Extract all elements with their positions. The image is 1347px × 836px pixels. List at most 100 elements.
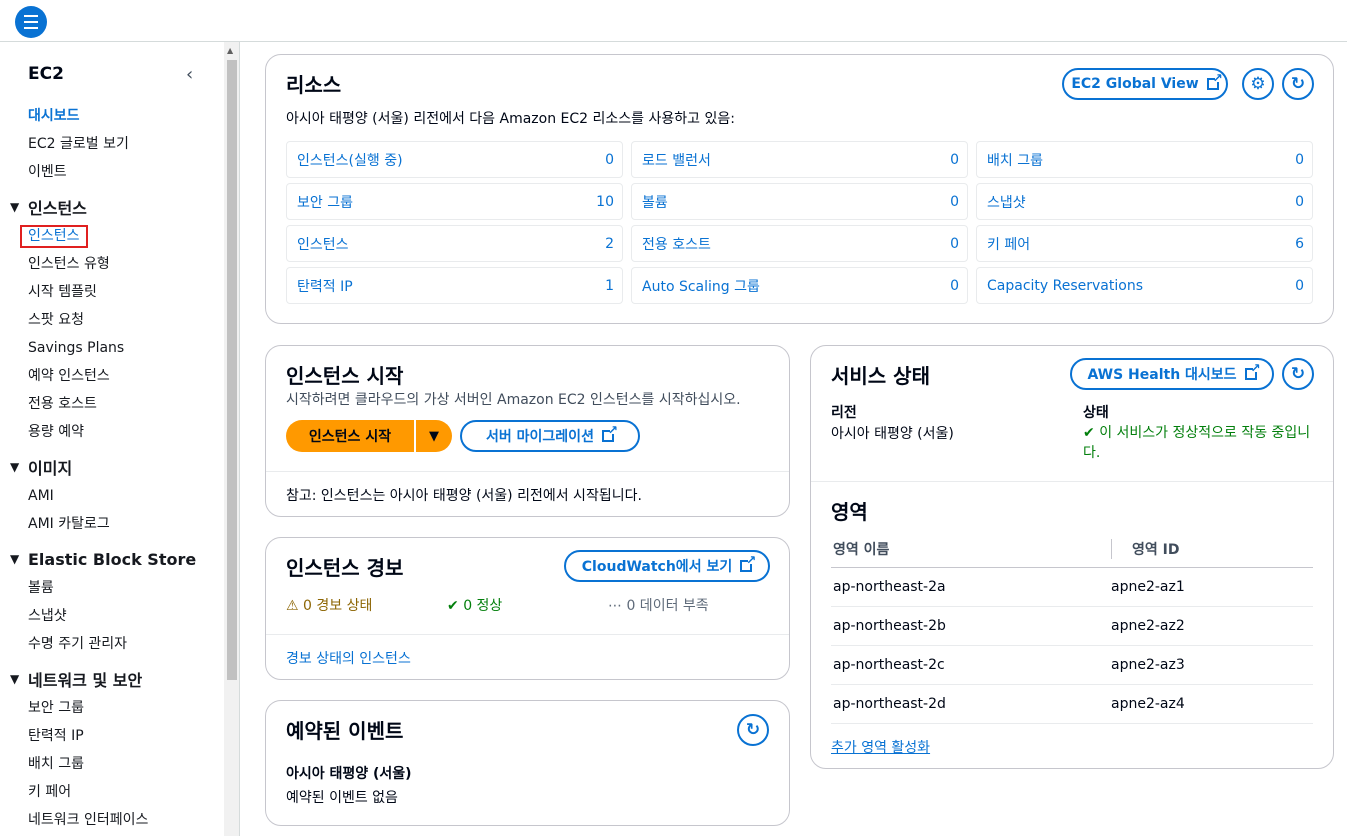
region-value: 아시아 태평양 (서울) [831, 426, 954, 442]
resource-cell[interactable]: 로드 밸런서 0 [631, 141, 968, 178]
region-label: 리전 [831, 405, 857, 421]
sidebar-item-savings-plans[interactable]: Savings Plans [0, 334, 224, 362]
insufficient-data-state: ⋯ 0 데이터 부족 [608, 598, 709, 614]
external-link-icon [601, 423, 618, 442]
col-zone-name: 영역 이름 [833, 541, 890, 558]
events-none: 예약된 이벤트 없음 [286, 790, 398, 806]
sidebar-item-volumes[interactable]: 볼륨 [0, 574, 224, 602]
launch-dropdown-icon[interactable]: ▼ [416, 420, 452, 452]
sidebar-item-reserved-instances[interactable]: 예약 인스턴스 [0, 362, 224, 390]
external-link-icon [740, 553, 756, 572]
divider [266, 634, 789, 635]
menu-icon[interactable] [15, 6, 47, 38]
launch-instance-card: 인스턴스 시작 시작하려면 클라우드의 가상 서버인 Amazon EC2 인스… [265, 345, 790, 517]
refresh-icon[interactable]: ↻ [737, 714, 769, 746]
aws-health-dashboard-button[interactable]: AWS Health 대시보드 [1070, 358, 1274, 390]
ec2-global-view-button[interactable]: EC2 Global View [1062, 68, 1228, 100]
launch-title: 인스턴스 시작 [286, 364, 404, 388]
sidebar-item-instance-types[interactable]: 인스턴스 유형 [0, 250, 224, 278]
zones-table: 영역 이름 영역 ID ap-northeast-2a apne2-az1 ap-… [831, 530, 1313, 724]
sidebar-item-events[interactable]: 이벤트 [0, 158, 224, 186]
ok-state: ✔ 0 정상 [447, 598, 503, 614]
table-row: ap-northeast-2d apne2-az4 [831, 685, 1313, 724]
ellipsis-circle-icon: ⋯ [608, 598, 622, 614]
sidebar-item-elastic-ips[interactable]: 탄력적 IP [0, 722, 224, 750]
sidebar: EC2 ‹ 대시보드 EC2 글로벌 보기 이벤트 ▼ 인스턴스 인스턴스 인스턴… [0, 42, 224, 836]
sidebar-item-snapshots[interactable]: 스냅샷 [0, 602, 224, 630]
status-label: 상태 [1083, 405, 1109, 421]
sidebar-section-network[interactable]: ▼ 네트워크 및 보안 [0, 664, 224, 694]
resources-title: 리소스 [286, 73, 342, 97]
sidebar-item-ami-catalog[interactable]: AMI 카탈로그 [0, 510, 224, 538]
resource-cell[interactable]: 보안 그룹 10 [286, 183, 623, 220]
table-row: ap-northeast-2a apne2-az1 [831, 568, 1313, 607]
resource-cell[interactable]: 배치 그룹 0 [976, 141, 1313, 178]
resource-cell[interactable]: 키 페어 6 [976, 225, 1313, 262]
sidebar-item-ami[interactable]: AMI [0, 482, 224, 510]
caret-down-icon: ▼ [10, 552, 20, 566]
cloudwatch-button[interactable]: CloudWatch에서 보기 [564, 550, 770, 582]
events-region: 아시아 태평양 (서울) [286, 766, 412, 782]
sidebar-section-instances[interactable]: ▼ 인스턴스 [0, 192, 224, 222]
launch-instance-button[interactable]: 인스턴스 시작 [286, 420, 414, 452]
launch-description: 시작하려면 클라우드의 가상 서버인 Amazon EC2 인스턴스를 시작하십… [286, 392, 741, 408]
sidebar-section-ebs[interactable]: ▼ Elastic Block Store [0, 544, 224, 574]
resource-cell[interactable]: Auto Scaling 그룹 0 [631, 267, 968, 304]
resources-description: 아시아 태평양 (서울) 리전에서 다음 Amazon EC2 리소스를 사용하… [286, 111, 735, 127]
sidebar-list: 대시보드 EC2 글로벌 보기 이벤트 ▼ 인스턴스 인스턴스 인스턴스 유형 시… [0, 102, 224, 834]
service-title: 서비스 상태 [831, 364, 930, 388]
external-link-icon [1206, 71, 1223, 90]
resource-cell[interactable]: 스냅샷 0 [976, 183, 1313, 220]
enable-zones-link[interactable]: 추가 영역 활성화 [831, 737, 930, 757]
resource-cell[interactable]: 인스턴스(실행 중) 0 [286, 141, 623, 178]
caret-down-icon: ▼ [10, 672, 20, 686]
sidebar-section-images[interactable]: ▼ 이미지 [0, 452, 224, 482]
scroll-up-icon[interactable]: ▲ [227, 46, 233, 55]
caret-down-icon: ▼ [10, 200, 20, 214]
caret-down-icon: ▼ [10, 460, 20, 474]
collapse-icon[interactable]: ‹ [186, 64, 193, 85]
resource-cell[interactable]: 탄력적 IP 1 [286, 267, 623, 304]
divider [266, 471, 789, 472]
warning-icon: ⚠ [286, 598, 299, 614]
table-row: ap-northeast-2b apne2-az2 [831, 607, 1313, 646]
launch-note: 참고: 인스턴스는 아시아 태평양 (서울) 리전에서 시작됩니다. [286, 488, 642, 504]
sidebar-scroll-thumb[interactable] [227, 60, 237, 680]
alarm-instances-link[interactable]: 경보 상태의 인스턴스 [286, 648, 411, 668]
events-title: 예약된 이벤트 [286, 719, 404, 743]
zones-table-header: 영역 이름 영역 ID [831, 530, 1313, 568]
sidebar-item-dashboard[interactable]: 대시보드 [0, 102, 224, 130]
settings-gear-icon[interactable]: ⚙ [1242, 68, 1274, 100]
alarm-state: ⚠ 0 경보 상태 [286, 598, 373, 614]
sidebar-item-security-groups[interactable]: 보안 그룹 [0, 694, 224, 722]
resources-card: 리소스 EC2 Global View ⚙ ↻ 아시아 태평양 (서울) 리전에… [265, 54, 1334, 324]
instance-alarms-card: 인스턴스 경보 CloudWatch에서 보기 ⚠ 0 경보 상태 ✔ 0 정상… [265, 537, 790, 680]
sidebar-item-network-interfaces[interactable]: 네트워크 인터페이스 [0, 806, 224, 834]
resource-cell[interactable]: 볼륨 0 [631, 183, 968, 220]
sidebar-item-lifecycle-manager[interactable]: 수명 주기 관리자 [0, 630, 224, 658]
table-row: ap-northeast-2c apne2-az3 [831, 646, 1313, 685]
sidebar-item-spot-requests[interactable]: 스팟 요청 [0, 306, 224, 334]
service-health-card: 서비스 상태 AWS Health 대시보드 ↻ 리전 아시아 태평양 (서울)… [810, 345, 1334, 769]
top-bar [0, 0, 1347, 42]
col-zone-id: 영역 ID [1111, 538, 1311, 559]
sidebar-item-launch-templates[interactable]: 시작 템플릿 [0, 278, 224, 306]
resource-cell[interactable]: Capacity Reservations 0 [976, 267, 1313, 304]
scheduled-events-card: 예약된 이벤트 ↻ 아시아 태평양 (서울) 예약된 이벤트 없음 [265, 700, 790, 826]
server-migration-button[interactable]: 서버 마이그레이션 [460, 420, 640, 452]
divider [811, 481, 1333, 482]
refresh-icon[interactable]: ↻ [1282, 68, 1314, 100]
sidebar-item-dedicated-hosts[interactable]: 전용 호스트 [0, 390, 224, 418]
check-circle-icon: ✔ [447, 598, 459, 614]
resource-cell[interactable]: 전용 호스트 0 [631, 225, 968, 262]
sidebar-item-capacity-reservations[interactable]: 용량 예약 [0, 418, 224, 446]
sidebar-item-instances[interactable]: 인스턴스 [0, 222, 224, 250]
refresh-icon[interactable]: ↻ [1282, 358, 1314, 390]
alarms-title: 인스턴스 경보 [286, 556, 404, 580]
zones-title: 영역 [831, 500, 868, 524]
resource-cell[interactable]: 인스턴스 2 [286, 225, 623, 262]
sidebar-item-key-pairs[interactable]: 키 페어 [0, 778, 224, 806]
sidebar-item-global-view[interactable]: EC2 글로벌 보기 [0, 130, 224, 158]
sidebar-item-placement-groups[interactable]: 배치 그룹 [0, 750, 224, 778]
external-link-icon [1244, 361, 1261, 380]
